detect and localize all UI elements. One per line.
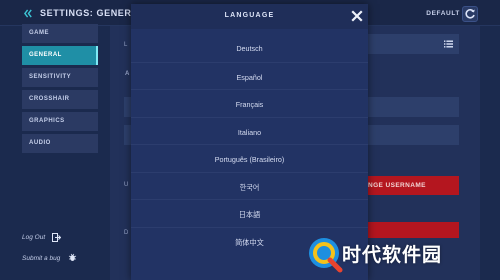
submit-bug-link[interactable]: Submit a bug bbox=[22, 255, 60, 262]
page-title: SETTINGS: GENERAL bbox=[40, 8, 145, 18]
list-icon[interactable] bbox=[444, 40, 453, 48]
close-icon[interactable] bbox=[351, 10, 363, 22]
sidebar-item-audio[interactable]: AUDIO bbox=[22, 134, 98, 153]
language-option-francais[interactable]: Français bbox=[131, 89, 368, 117]
sidebar-item-general[interactable]: GENERAL bbox=[22, 46, 98, 65]
logout-icon[interactable] bbox=[52, 233, 61, 242]
sidebar-item-graphics[interactable]: GRAPHICS bbox=[22, 112, 98, 131]
language-option-espanol[interactable]: Español bbox=[131, 61, 368, 90]
setting-label-a: A bbox=[125, 71, 130, 77]
language-option-deutsch[interactable]: Deutsch bbox=[131, 34, 368, 62]
language-option-japanese[interactable]: 日本語 bbox=[131, 199, 368, 227]
back-arrow-icon[interactable] bbox=[24, 9, 33, 18]
sidebar-item-crosshair[interactable]: CROSSHAIR bbox=[22, 90, 98, 109]
reset-button[interactable] bbox=[462, 6, 478, 22]
default-button[interactable]: DEFAULT bbox=[426, 10, 460, 17]
language-list: Deutsch Español Français Italiano Portug… bbox=[131, 34, 368, 254]
settings-sidebar: GAME GENERAL SENSITIVITY CROSSHAIR GRAPH… bbox=[22, 24, 98, 156]
language-option-italiano[interactable]: Italiano bbox=[131, 116, 368, 145]
setting-label-l: L bbox=[124, 42, 128, 48]
logout-link[interactable]: Log Out bbox=[22, 234, 45, 241]
bug-icon[interactable] bbox=[68, 253, 77, 262]
language-option-portugues[interactable]: Português (Brasileiro) bbox=[131, 144, 368, 172]
setting-label-d: D bbox=[124, 230, 129, 236]
sidebar-item-sensitivity[interactable]: SENSITIVITY bbox=[22, 68, 98, 87]
modal-title: LANGUAGE bbox=[224, 12, 275, 19]
sidebar-item-game[interactable]: GAME bbox=[22, 24, 98, 43]
modal-header: LANGUAGE bbox=[131, 4, 368, 29]
change-username-button[interactable]: NGE USERNAME bbox=[368, 176, 459, 195]
setting-field-1[interactable] bbox=[368, 97, 459, 117]
watermark-text: 时代软件园 bbox=[342, 245, 443, 266]
language-option-korean[interactable]: 한국어 bbox=[131, 171, 368, 200]
refresh-icon bbox=[465, 9, 475, 19]
setting-field-2[interactable] bbox=[368, 125, 459, 145]
setting-label-u: U bbox=[124, 182, 129, 188]
